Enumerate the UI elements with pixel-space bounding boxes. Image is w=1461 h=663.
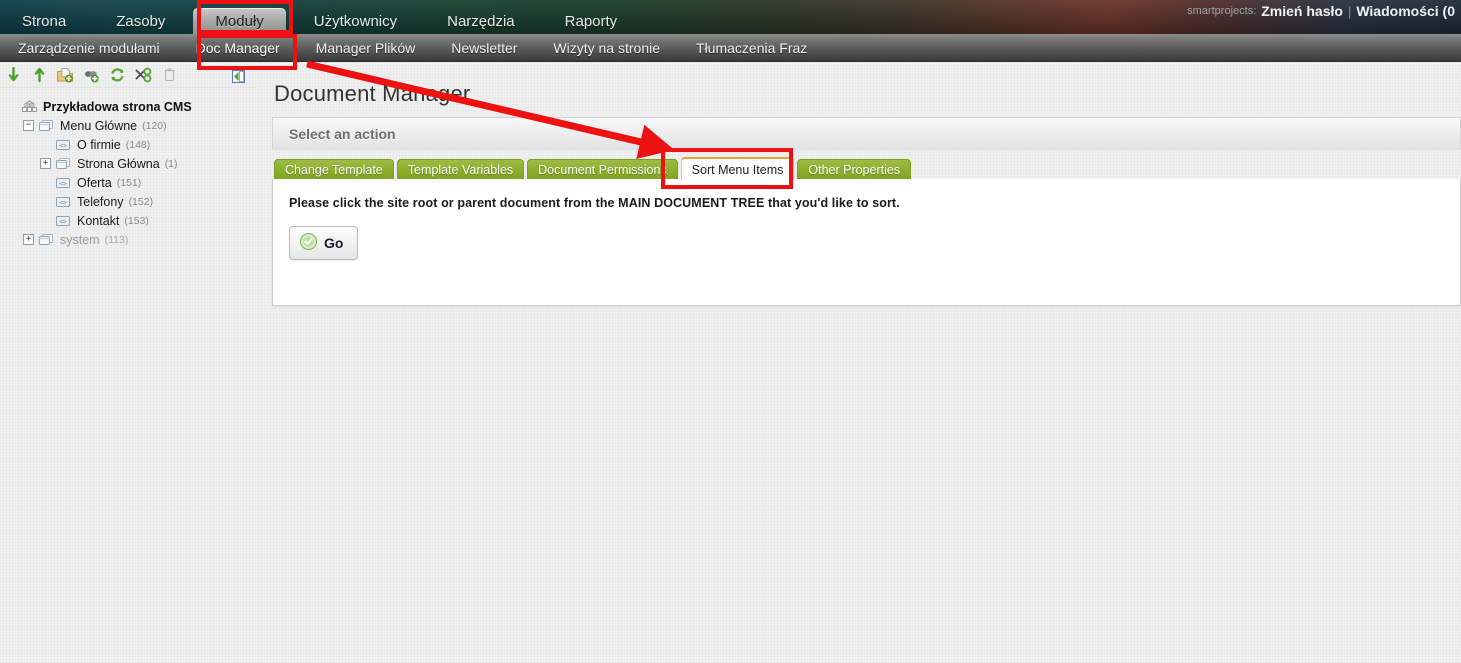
page-icon: <>: [55, 214, 72, 228]
tree-node-id: (148): [125, 138, 151, 151]
tree-node[interactable]: Przykładowa strona CMS: [6, 97, 257, 116]
tab-other-properties[interactable]: Other Properties: [797, 159, 912, 180]
sub-nav-item-doc-manager[interactable]: Doc Manager: [178, 40, 298, 56]
tab-change-template[interactable]: Change Template: [274, 159, 394, 180]
top-right-user-area: smartprojects: Zmień hasło | Wiadomości …: [1187, 0, 1455, 22]
page-icon: <>: [55, 176, 72, 190]
tree-node[interactable]: + Strona Główna (1): [6, 154, 257, 173]
tree-node[interactable]: <> Oferta (151): [6, 173, 257, 192]
svg-text:<>: <>: [59, 198, 67, 206]
move-up-icon[interactable]: [28, 65, 50, 85]
sub-nav-item-zarz-dzenie-modu-ami[interactable]: Zarządzenie modułami: [0, 40, 178, 56]
collapse-panel-icon[interactable]: [232, 70, 245, 88]
messages-link[interactable]: Wiadomości (0: [1356, 3, 1455, 19]
tree-node-id: (1): [164, 157, 178, 170]
expand-icon[interactable]: +: [23, 234, 34, 245]
tree-node-id: (120): [142, 119, 167, 132]
tree-node[interactable]: <> O firmie (148): [6, 135, 257, 154]
tree-node[interactable]: <> Telefony (152): [6, 192, 257, 211]
move-down-icon[interactable]: [2, 65, 24, 85]
toggler-spacer: [6, 101, 17, 112]
top-bar: Strona Zasoby Moduły Użytkownicy Narzędzia Ra…: [0, 0, 1461, 34]
document-tree-sidebar: Przykładowa strona CMS − Menu Główne (120) <…: [0, 63, 257, 663]
tree-node-label: Menu Główne: [60, 118, 138, 133]
page-title: Document Manager: [274, 81, 471, 106]
main-nav-item-modu-y[interactable]: Moduły: [193, 8, 286, 34]
toggler-spacer: [40, 139, 51, 150]
go-button-label: Go: [324, 235, 344, 251]
folder-icon: [38, 233, 55, 247]
tree-toolbar: [0, 63, 257, 87]
change-password-link[interactable]: Zmień hasło: [1261, 3, 1343, 19]
green-check-circle-icon: [300, 233, 317, 253]
tab-template-variables[interactable]: Template Variables: [396, 159, 525, 180]
collapse-icon[interactable]: −: [23, 120, 34, 131]
main-nav-item-raporty[interactable]: Raporty: [543, 8, 640, 34]
tree-node-label: Przykładowa strona CMS: [43, 99, 192, 114]
sidebar-divider: [0, 87, 257, 88]
tree-node-id: (113): [104, 233, 129, 246]
page-icon: <>: [55, 195, 72, 209]
tree-node-label: Kontakt: [77, 213, 120, 228]
sort-instruction-text: Please click the site root or parent doc…: [289, 196, 900, 210]
tree-node[interactable]: − Menu Główne (120): [6, 116, 257, 135]
select-action-bar: Select an action: [272, 117, 1461, 150]
refresh-icon[interactable]: [106, 65, 128, 85]
tree-node-id: (153): [124, 214, 149, 227]
tree-node-label: Telefony: [77, 194, 124, 209]
sub-nav-item-wizyty-na-stronie[interactable]: Wizyty na stronie: [535, 40, 678, 56]
trash-icon[interactable]: [158, 65, 180, 85]
folder-icon: [55, 157, 72, 171]
main-navigation: Strona Zasoby Moduły Użytkownicy Narzędzia Ra…: [0, 0, 645, 34]
tab-panel: Please click the site root or parent doc…: [272, 179, 1461, 306]
tab-document-permissions[interactable]: Document Permissions: [527, 159, 678, 180]
sub-nav-item-newsletter[interactable]: Newsletter: [433, 40, 535, 56]
sub-nav-item-t-umaczenia-fraz[interactable]: Tłumaczenia Fraz: [678, 40, 825, 56]
new-document-icon[interactable]: [54, 65, 76, 85]
svg-text:<>: <>: [59, 179, 67, 187]
toggler-spacer: [40, 215, 51, 226]
tree-node-label: Strona Główna: [77, 156, 160, 171]
new-link-icon[interactable]: [80, 65, 102, 85]
svg-text:<>: <>: [59, 217, 67, 225]
expand-icon[interactable]: +: [40, 158, 51, 169]
main-nav-item-zasoby[interactable]: Zasoby: [94, 8, 187, 34]
folder-icon: [38, 119, 55, 133]
tree-node[interactable]: + system (113): [6, 230, 257, 249]
tree-node-label: Oferta: [77, 175, 112, 190]
document-tree: Przykładowa strona CMS − Menu Główne (120) <…: [0, 87, 257, 249]
main-nav-item-narz-dzia[interactable]: Narzędzia: [425, 8, 537, 34]
site-root-icon: [21, 99, 38, 114]
tree-node-label: system: [60, 232, 100, 247]
tree-node-label: O firmie: [77, 137, 121, 152]
toggler-spacer: [40, 177, 51, 188]
cut-paste-icon[interactable]: [132, 65, 154, 85]
go-button[interactable]: Go: [289, 226, 359, 260]
tree-node-id: (152): [128, 195, 154, 208]
sub-navigation: Zarządzenie modułami Doc Manager Manager P…: [0, 34, 1461, 62]
tree-node-id: (151): [116, 176, 142, 189]
toggler-spacer: [40, 196, 51, 207]
page-icon: <>: [55, 138, 72, 152]
main-nav-item-strona[interactable]: Strona: [0, 8, 88, 34]
tab-sort-menu-items[interactable]: Sort Menu Items: [680, 157, 795, 180]
sub-nav-item-manager-plik-w[interactable]: Manager Plików: [298, 40, 434, 56]
username-label: smartprojects:: [1187, 5, 1257, 17]
main-content: Document Manager Select an action Change…: [272, 63, 1461, 663]
tree-node[interactable]: <> Kontakt (153): [6, 211, 257, 230]
svg-text:<>: <>: [59, 141, 67, 149]
main-nav-item-u-ytkownicy[interactable]: Użytkownicy: [292, 8, 419, 34]
tab-strip: Change Template Template Variables Documen…: [272, 156, 1461, 180]
top-right-separator: |: [1347, 3, 1352, 19]
